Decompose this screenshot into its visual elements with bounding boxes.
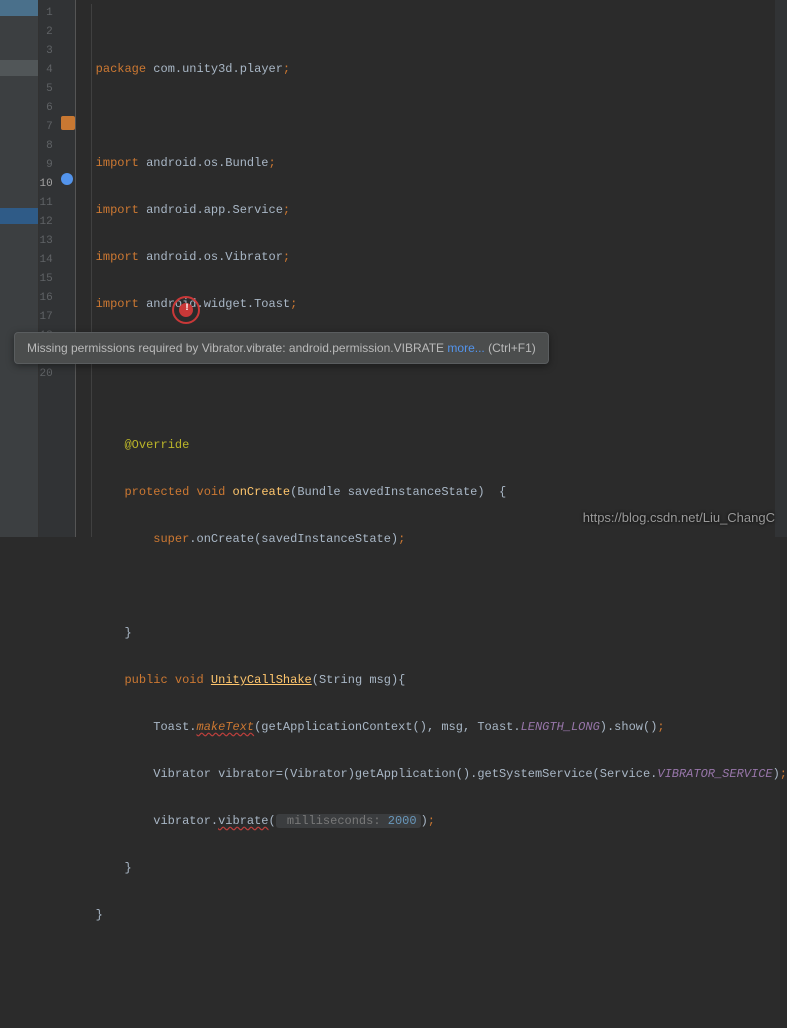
code-line[interactable]: @Override — [76, 436, 787, 455]
code-line[interactable]: package com.unity3d.player; — [76, 60, 787, 79]
tooltip-shortcut: (Ctrl+F1) — [485, 341, 536, 355]
line-number: 10 — [39, 175, 74, 194]
code-line[interactable]: } — [76, 859, 787, 878]
param-hint: milliseconds: 2000 — [276, 814, 421, 828]
line-number: 3 — [39, 42, 74, 61]
line-number: 8 — [39, 137, 74, 156]
line-number: 16 — [39, 289, 74, 308]
inspection-tooltip[interactable]: Missing permissions required by Vibrator… — [14, 332, 549, 364]
code-editor[interactable]: package com.unity3d.player; import andro… — [76, 0, 787, 537]
line-number: 7 — [39, 118, 74, 137]
sidebar-tab-selected[interactable] — [0, 208, 38, 224]
line-number: 20 — [39, 365, 74, 384]
sidebar-tab[interactable] — [0, 60, 38, 76]
code-line[interactable] — [76, 577, 787, 596]
code-line[interactable]: vibrator.vibrate( milliseconds: 2000); — [76, 812, 787, 831]
line-number: 14 — [39, 251, 74, 270]
line-number: 15 — [39, 270, 74, 289]
line-number: 4 — [39, 61, 74, 80]
line-gutter: 1 2 3 4 5 6 7 8 9 10 11 12 13 14 15 16 1… — [39, 0, 75, 537]
line-number: 5 — [39, 80, 74, 99]
code-line[interactable]: Toast.makeText(getApplicationContext(), … — [76, 718, 787, 737]
tooltip-more-link[interactable]: more... — [447, 341, 484, 355]
scrollbar[interactable] — [775, 0, 787, 537]
project-sidebar[interactable] — [0, 0, 39, 537]
code-line[interactable]: protected void onCreate(Bundle savedInst… — [76, 483, 787, 502]
code-line[interactable]: import android.os.Vibrator; — [76, 248, 787, 267]
code-line[interactable]: import android.os.Bundle; — [76, 154, 787, 173]
line-number: 11 — [39, 194, 74, 213]
line-number: 17 — [39, 308, 74, 327]
code-line[interactable]: public void UnityCallShake(String msg){ — [76, 671, 787, 690]
indent-guide — [91, 4, 92, 537]
line-number: 1 — [39, 4, 74, 23]
watermark-text: https://blog.csdn.net/Liu_ChangC — [583, 510, 775, 525]
code-line[interactable]: super.onCreate(savedInstanceState); — [76, 530, 787, 549]
code-line[interactable]: } — [76, 624, 787, 643]
code-line[interactable]: } — [76, 906, 787, 925]
editor-root: 1 2 3 4 5 6 7 8 9 10 11 12 13 14 15 16 1… — [0, 0, 787, 537]
code-line[interactable]: Vibrator vibrator=(Vibrator)getApplicati… — [76, 765, 787, 784]
line-number: 13 — [39, 232, 74, 251]
line-number: 12 — [39, 213, 74, 232]
code-line[interactable] — [76, 389, 787, 408]
line-number: 9 — [39, 156, 74, 175]
line-number: 2 — [39, 23, 74, 42]
line-number: 6 — [39, 99, 74, 118]
sidebar-tab-active[interactable] — [0, 0, 38, 16]
error-bulb-icon[interactable] — [179, 303, 193, 317]
code-line[interactable] — [76, 953, 787, 972]
code-line[interactable]: import android.app.Service; — [76, 201, 787, 220]
code-line[interactable] — [76, 107, 787, 126]
tooltip-message: Missing permissions required by Vibrator… — [27, 341, 447, 355]
